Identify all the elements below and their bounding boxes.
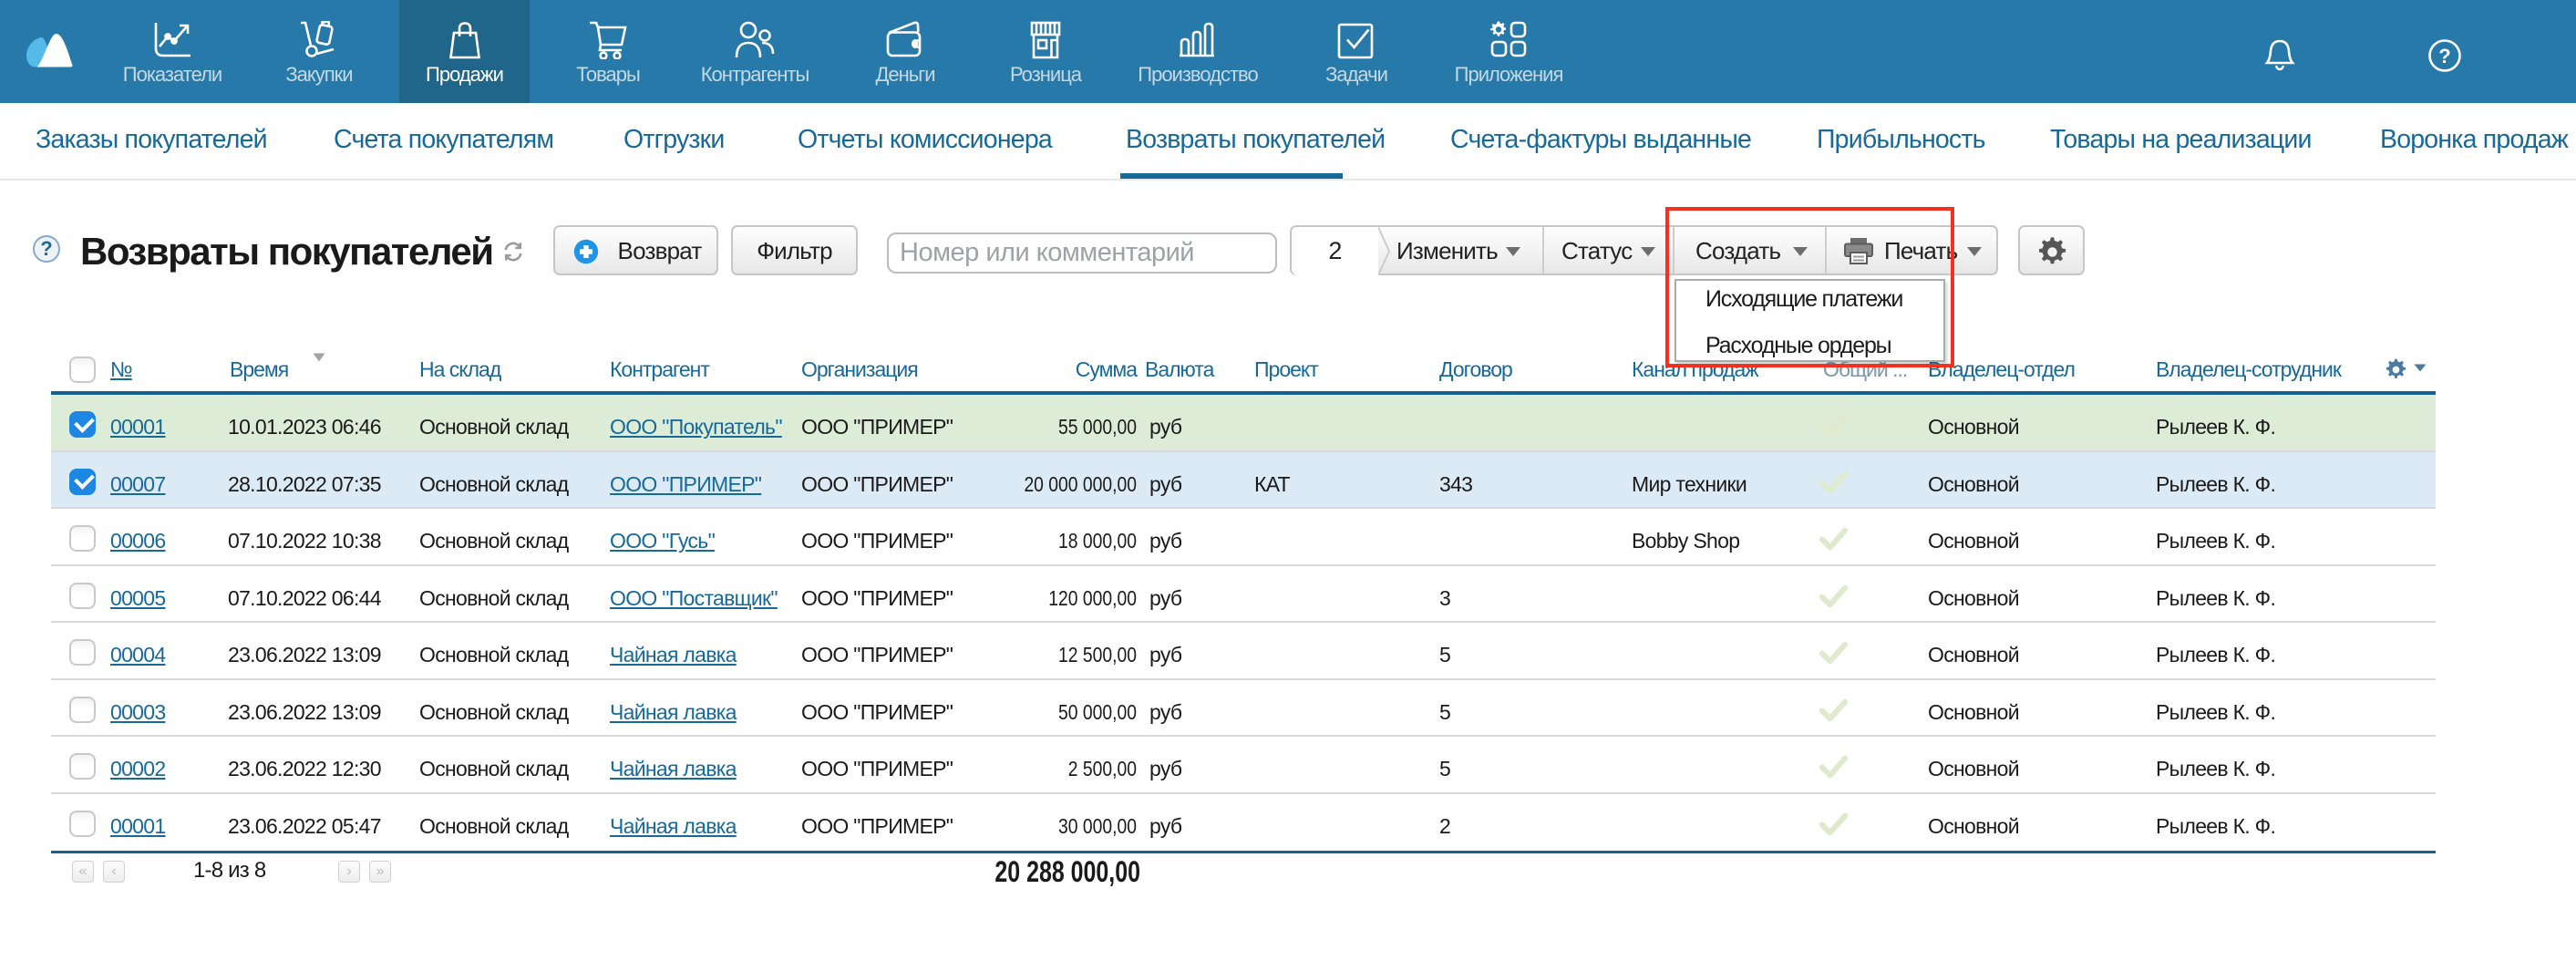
svg-text:?: ? — [2438, 45, 2450, 67]
